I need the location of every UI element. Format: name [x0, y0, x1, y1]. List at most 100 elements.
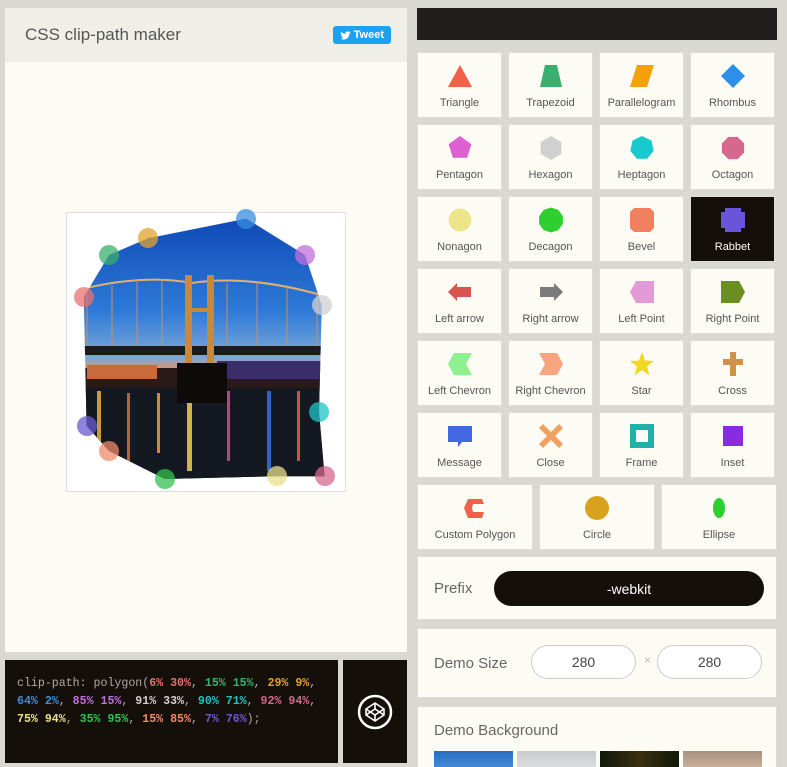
bevel-icon	[629, 207, 655, 233]
background-thumb-bridge[interactable]	[434, 751, 513, 767]
hexagon-icon	[538, 135, 564, 161]
tweet-button[interactable]: Tweet	[332, 26, 391, 44]
shape-tile-octagon[interactable]: Octagon	[690, 124, 775, 190]
shape-tile-left-chevron[interactable]: Left Chevron	[417, 340, 502, 406]
shape-tile-frame[interactable]: Frame	[599, 412, 684, 478]
shape-tile-left-point[interactable]: Left Point	[599, 268, 684, 334]
background-thumb-night[interactable]	[600, 751, 679, 767]
polygon-handle[interactable]	[295, 245, 315, 265]
close-icon	[538, 423, 564, 449]
shape-grid: Triangle Trapezoid Parallelogram Rhombus Pen…	[417, 52, 777, 478]
shape-tile-triangle[interactable]: Triangle	[417, 52, 502, 118]
code-point: 29% 9%	[267, 677, 310, 690]
demo-size-section: Demo Size ×	[417, 628, 777, 698]
code-point: 92% 94%	[260, 695, 310, 708]
polygon-handle[interactable]	[314, 466, 335, 487]
demo-background-label: Demo Background	[434, 722, 559, 739]
shape-tile-pentagon[interactable]: Pentagon	[417, 124, 502, 190]
clip-path-code: clip-path: polygon(6% 30%, 15% 15%, 29% …	[17, 677, 317, 726]
shape-label: Star	[631, 385, 652, 397]
polygon-handle[interactable]	[99, 245, 119, 265]
shape-tile-cross[interactable]: Cross	[690, 340, 775, 406]
shape-label: Frame	[625, 457, 658, 469]
shape-label: Right Chevron	[515, 385, 586, 397]
shape-label: Bevel	[627, 241, 656, 253]
polygon-handle[interactable]	[309, 401, 329, 422]
shape-tile-decagon[interactable]: Decagon	[508, 196, 593, 262]
shape-tile-rhombus[interactable]: Rhombus	[690, 52, 775, 118]
circle-icon	[584, 495, 610, 521]
codepen-button[interactable]	[343, 660, 407, 763]
shape-tile-trapezoid[interactable]: Trapezoid	[508, 52, 593, 118]
right-point-icon	[720, 279, 746, 305]
background-thumb-sunset[interactable]	[683, 751, 762, 767]
shape-tile-bevel[interactable]: Bevel	[599, 196, 684, 262]
shape-tile-right-point[interactable]: Right Point	[690, 268, 775, 334]
code-point: 15% 15%	[204, 677, 254, 690]
shape-tile-inset[interactable]: Inset	[690, 412, 775, 478]
app-title: CSS clip-path maker	[25, 25, 181, 44]
shape-label: Parallelogram	[607, 97, 676, 109]
cross-icon	[720, 351, 746, 377]
shape-tile-hexagon[interactable]: Hexagon	[508, 124, 593, 190]
polygon-handle[interactable]	[73, 287, 94, 307]
parallelogram-icon	[629, 63, 655, 89]
shape-tile-star[interactable]: Star	[599, 340, 684, 406]
shape-tile-right-chevron[interactable]: Right Chevron	[508, 340, 593, 406]
shape-label: Custom Polygon	[434, 529, 516, 541]
shape-label: Message	[437, 457, 482, 469]
tweet-label: Tweet	[353, 29, 384, 41]
code-point: 91% 33%	[135, 695, 184, 708]
shape-label: Close	[536, 457, 565, 469]
shape-label: Circle	[582, 529, 612, 541]
shape-tile-nonagon[interactable]: Nonagon	[417, 196, 502, 262]
shape-tile-left-arrow[interactable]: Left arrow	[417, 268, 502, 334]
octagon-icon	[720, 135, 746, 161]
prefix-label: Prefix	[434, 579, 473, 597]
shape-tile-right-arrow[interactable]: Right arrow	[508, 268, 593, 334]
code-point: 7% 76%	[204, 713, 247, 726]
shape-label: Ellipse	[702, 529, 736, 541]
shape-label: Left Chevron	[428, 385, 491, 397]
demo-background-section: Demo Background	[417, 706, 777, 767]
demo-width-input[interactable]	[531, 645, 636, 679]
left-arrow-icon	[447, 279, 473, 305]
code-output[interactable]: clip-path: polygon(6% 30%, 15% 15%, 29% …	[5, 660, 338, 763]
shape-label: Triangle	[439, 97, 480, 109]
prefix-section: Prefix -webkit	[417, 556, 777, 620]
shape-tile-message[interactable]: Message	[417, 412, 502, 478]
heptagon-icon	[629, 135, 655, 161]
shape-label: Trapezoid	[526, 97, 575, 109]
demo-stage	[5, 62, 407, 652]
shape-tile-heptagon[interactable]: Heptagon	[599, 124, 684, 190]
shape-label: Pentagon	[435, 169, 484, 181]
pentagon-icon	[447, 135, 473, 161]
polygon-handle[interactable]	[76, 415, 97, 436]
polygon-handle[interactable]	[155, 469, 175, 489]
rhombus-icon	[720, 63, 746, 89]
size-separator: ×	[644, 653, 652, 667]
polygon-handle[interactable]	[236, 208, 257, 229]
background-thumb-mist[interactable]	[517, 751, 596, 767]
shape-label: Nonagon	[437, 241, 482, 253]
shape-label: Decagon	[528, 241, 573, 253]
shape-tile-circle[interactable]: Circle	[539, 484, 655, 550]
shape-tile-ellipse[interactable]: Ellipse	[661, 484, 777, 550]
twitter-bird-icon	[340, 30, 351, 40]
code-close: );	[246, 713, 261, 726]
right-arrow-icon	[538, 279, 564, 305]
custom-polygon-icon	[462, 495, 488, 521]
polygon-handle[interactable]	[99, 441, 119, 461]
codepen-icon	[357, 694, 393, 729]
shape-row-extra: Custom Polygon Circle Ellipse	[417, 484, 777, 550]
demo-height-input[interactable]	[657, 645, 762, 679]
shape-tile-parallelogram[interactable]: Parallelogram	[599, 52, 684, 118]
message-icon	[447, 423, 473, 449]
shape-tile-close[interactable]: Close	[508, 412, 593, 478]
background-thumbnails	[434, 751, 762, 767]
shape-tile-custom-polygon[interactable]: Custom Polygon	[417, 484, 533, 550]
prefix-toggle[interactable]: -webkit	[494, 571, 764, 606]
nonagon-icon	[447, 207, 473, 233]
shape-tile-rabbet[interactable]: Rabbet	[690, 196, 775, 262]
code-property: clip-path: polygon(	[17, 677, 150, 690]
